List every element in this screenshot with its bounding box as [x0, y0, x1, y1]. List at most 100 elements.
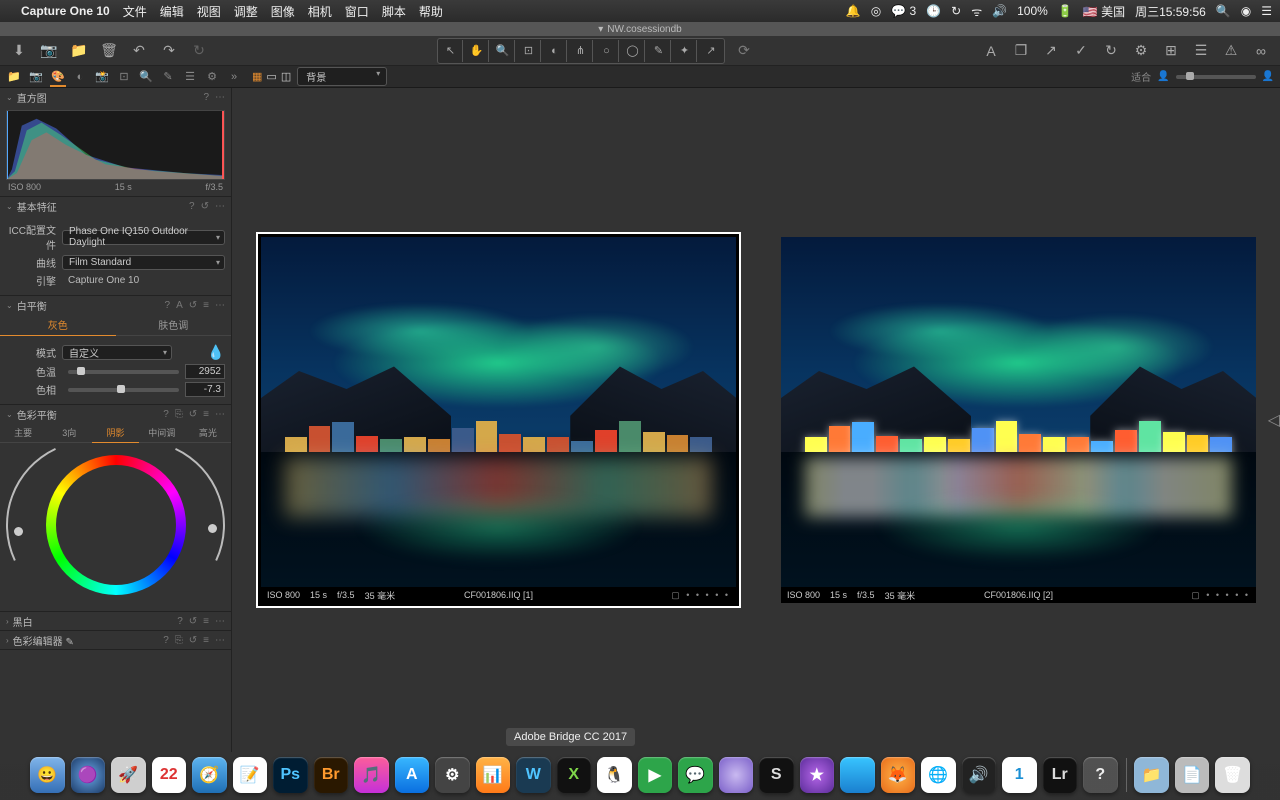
menu-icon[interactable]: ⋯	[215, 92, 225, 103]
dock-app[interactable]: 📊	[476, 757, 511, 793]
copy-icon[interactable]: ⎘	[175, 409, 183, 420]
zoom-person2-icon[interactable]: 👤	[1262, 71, 1274, 82]
help-icon[interactable]: ?	[163, 635, 169, 646]
tab-crop-icon[interactable]: ⊡	[116, 69, 132, 85]
hand-tool-icon[interactable]: ✋	[465, 40, 489, 62]
wb-temp-slider[interactable]	[68, 370, 179, 374]
tab-output-icon[interactable]: ⚙	[204, 69, 220, 85]
siri-icon[interactable]: ◉	[1241, 4, 1251, 18]
view-single-icon[interactable]: ▭	[266, 70, 276, 83]
tab-lens-icon[interactable]: 📸	[94, 69, 110, 85]
menu-edit[interactable]: 编辑	[160, 3, 184, 20]
tab-details-icon[interactable]: 🔍	[138, 69, 154, 85]
menu-camera[interactable]: 相机	[308, 3, 332, 20]
mask-draw-tool-icon[interactable]: ◯	[621, 40, 645, 62]
wb-tint-value[interactable]: -7.3	[185, 382, 225, 397]
wb-tab-grey[interactable]: 灰色	[0, 314, 116, 336]
menu-image[interactable]: 图像	[271, 3, 295, 20]
menu-script[interactable]: 脚本	[382, 3, 406, 20]
dock-app[interactable]	[719, 757, 754, 793]
dock-app[interactable]: Ps	[273, 757, 308, 793]
dock-app[interactable]: 🌐	[921, 757, 956, 793]
wb-temp-value[interactable]: 2952	[185, 364, 225, 379]
redo-icon[interactable]: ↷	[160, 42, 178, 60]
preset-icon[interactable]: ≡	[203, 409, 209, 420]
list-icon[interactable]: ☰	[1192, 42, 1210, 60]
status-wechat-icon[interactable]: 💬 3	[891, 4, 916, 18]
dock-app[interactable]: A	[395, 757, 430, 793]
tab-adjust-icon[interactable]: ✎	[160, 69, 176, 85]
dock-app[interactable]: 🟣	[71, 757, 106, 793]
chevron-down-icon[interactable]: ⌄	[6, 93, 13, 102]
status-sync-icon[interactable]: ↻	[951, 4, 961, 18]
reset-icon[interactable]: ↺	[189, 409, 197, 420]
dock-app[interactable]: 📁	[1134, 757, 1169, 793]
dock-app[interactable]: Br	[314, 757, 349, 793]
dock-app[interactable]: 22	[152, 757, 187, 793]
spotlight-icon[interactable]: 🔍	[1216, 4, 1231, 18]
cb-tab-4[interactable]: 高光	[185, 423, 231, 443]
copy-icon[interactable]: ⎘	[175, 635, 183, 646]
export-icon[interactable]: ↗	[1042, 42, 1060, 60]
status-volume-icon[interactable]: 🔊	[992, 4, 1007, 18]
dock-app[interactable]: ▶	[638, 757, 673, 793]
menu-help[interactable]: 帮助	[419, 3, 443, 20]
variant-select[interactable]: 背景	[297, 67, 387, 86]
tab-color-icon[interactable]: 🎨	[50, 71, 66, 87]
straighten-tool-icon[interactable]: ◐	[543, 40, 567, 62]
dock-app[interactable]: 🦊	[881, 757, 916, 793]
icc-select[interactable]: Phase One IQ150 Outdoor Daylight	[62, 230, 225, 245]
zoom-slider[interactable]	[1176, 75, 1256, 79]
reset-icon[interactable]: ↺	[201, 201, 209, 212]
annotate-tool-icon[interactable]: ↗	[699, 40, 723, 62]
tab-library-icon[interactable]: 📁	[6, 69, 22, 85]
dock-app[interactable]: ★	[800, 757, 835, 793]
mask-erase-tool-icon[interactable]: ✎	[647, 40, 671, 62]
menu-window[interactable]: 窗口	[345, 3, 369, 20]
dock-app[interactable]: 🔊	[962, 757, 997, 793]
dock-app[interactable]: 🐧	[597, 757, 632, 793]
zoom-person-icon[interactable]: 👤	[1157, 71, 1169, 82]
dock-app[interactable]: 📄	[1175, 757, 1210, 793]
help-icon[interactable]: ?	[189, 201, 195, 212]
menu-adjust[interactable]: 调整	[234, 3, 258, 20]
dock-app[interactable]: X	[557, 757, 592, 793]
heal-tool-icon[interactable]: ✦	[673, 40, 697, 62]
collapse-handle-icon[interactable]: ◁	[1268, 410, 1280, 430]
reset-icon[interactable]: ↺	[189, 300, 197, 311]
image-variant[interactable]: ISO 80015 sf/3.535 毫米CF001806.IIQ [2]▢ •…	[781, 237, 1256, 603]
chevron-right-icon[interactable]: ›	[6, 636, 9, 645]
help-icon[interactable]: ?	[165, 300, 171, 311]
status-input-flag[interactable]: 🇺🇸 美国	[1083, 3, 1125, 20]
menu-icon[interactable]: ⋯	[215, 616, 225, 627]
tab-more-icon[interactable]: »	[226, 69, 242, 85]
dock-app[interactable]: 🗑	[1215, 757, 1250, 793]
menu-icon[interactable]: ⋯	[215, 635, 225, 646]
dock-app[interactable]: ⚙	[435, 757, 470, 793]
status-battery[interactable]: 100%	[1017, 4, 1048, 18]
gear-icon[interactable]: ⚙	[1132, 42, 1150, 60]
preset-icon[interactable]: ≡	[203, 616, 209, 627]
menu-icon[interactable]: ⋯	[215, 201, 225, 212]
help-icon[interactable]: ?	[177, 616, 183, 627]
tab-capture-icon[interactable]: 📷	[28, 69, 44, 85]
preset-icon[interactable]: ≡	[203, 300, 209, 311]
dock-app[interactable]: 🧭	[192, 757, 227, 793]
color-wheel[interactable]	[6, 447, 225, 607]
chevron-down-icon[interactable]: ⌄	[6, 202, 13, 211]
dock-app[interactable]: ?	[1083, 757, 1118, 793]
overlay-icon[interactable]: ❐	[1012, 42, 1030, 60]
tab-exposure-icon[interactable]: ◐	[72, 69, 88, 85]
dock-app[interactable]: 1	[1002, 757, 1037, 793]
status-datetime[interactable]: 周三15:59:56	[1135, 3, 1206, 20]
check-icon[interactable]: ✓	[1072, 42, 1090, 60]
dock-app[interactable]: 😀	[30, 757, 65, 793]
status-bell-icon[interactable]: 🔔	[846, 4, 861, 18]
help-icon[interactable]: ?	[203, 92, 209, 103]
camera-icon[interactable]: 📷	[40, 42, 58, 60]
image-variant[interactable]: ISO 80015 sf/3.535 毫米CF001806.IIQ [1]▢ •…	[256, 232, 741, 608]
import-icon[interactable]: ⬇	[10, 42, 28, 60]
text-overlay-icon[interactable]: A	[982, 42, 1000, 60]
dock-app[interactable]: 🎵	[354, 757, 389, 793]
curve-select[interactable]: Film Standard	[62, 255, 225, 270]
